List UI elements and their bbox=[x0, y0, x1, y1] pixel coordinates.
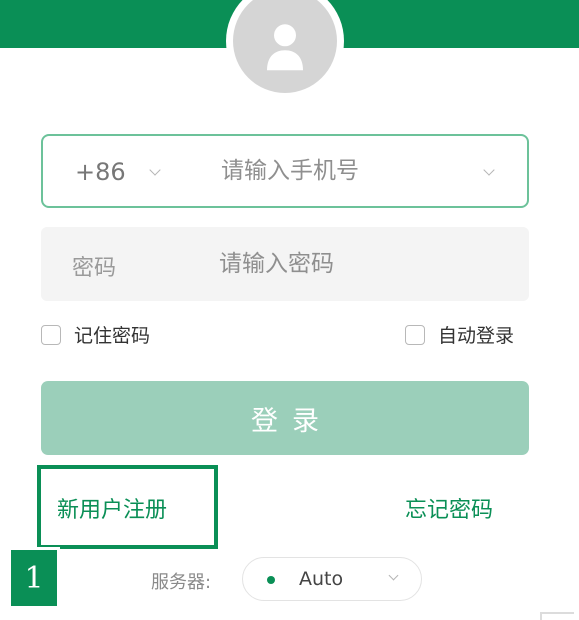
status-dot-icon bbox=[267, 576, 275, 584]
resize-corner bbox=[540, 612, 574, 620]
user-icon bbox=[233, 0, 337, 93]
phone-field: +86 bbox=[41, 134, 529, 208]
password-label: 密码 bbox=[72, 256, 117, 281]
forgot-password-link[interactable]: 忘记密码 bbox=[405, 492, 493, 524]
login-page: +86 密码 记住密码 自动登录 登录 新用户注册 忘记密码 1 服务器: Au… bbox=[0, 0, 579, 620]
country-code-select[interactable]: +86 bbox=[75, 158, 126, 186]
chevron-down-icon bbox=[388, 570, 399, 581]
chevron-down-icon[interactable] bbox=[483, 164, 495, 176]
password-field: 密码 bbox=[41, 227, 529, 301]
auto-login-option[interactable]: 自动登录 bbox=[405, 321, 514, 348]
auto-login-label: 自动登录 bbox=[438, 325, 515, 347]
server-label: 服务器: bbox=[151, 572, 212, 593]
login-button[interactable]: 登录 bbox=[41, 381, 529, 455]
phone-input[interactable] bbox=[221, 154, 461, 188]
server-value: Auto bbox=[299, 568, 344, 590]
auto-login-checkbox[interactable] bbox=[405, 324, 425, 345]
remember-password-label: 记住密码 bbox=[74, 325, 151, 347]
server-select[interactable]: Auto bbox=[242, 557, 422, 601]
chevron-down-icon[interactable] bbox=[149, 164, 161, 176]
remember-password-checkbox[interactable] bbox=[41, 324, 61, 345]
avatar bbox=[226, 0, 344, 100]
register-link[interactable]: 新用户注册 bbox=[57, 492, 167, 524]
remember-password-option[interactable]: 记住密码 bbox=[41, 321, 150, 348]
password-input[interactable] bbox=[219, 247, 499, 281]
step-number-badge: 1 bbox=[11, 550, 57, 606]
